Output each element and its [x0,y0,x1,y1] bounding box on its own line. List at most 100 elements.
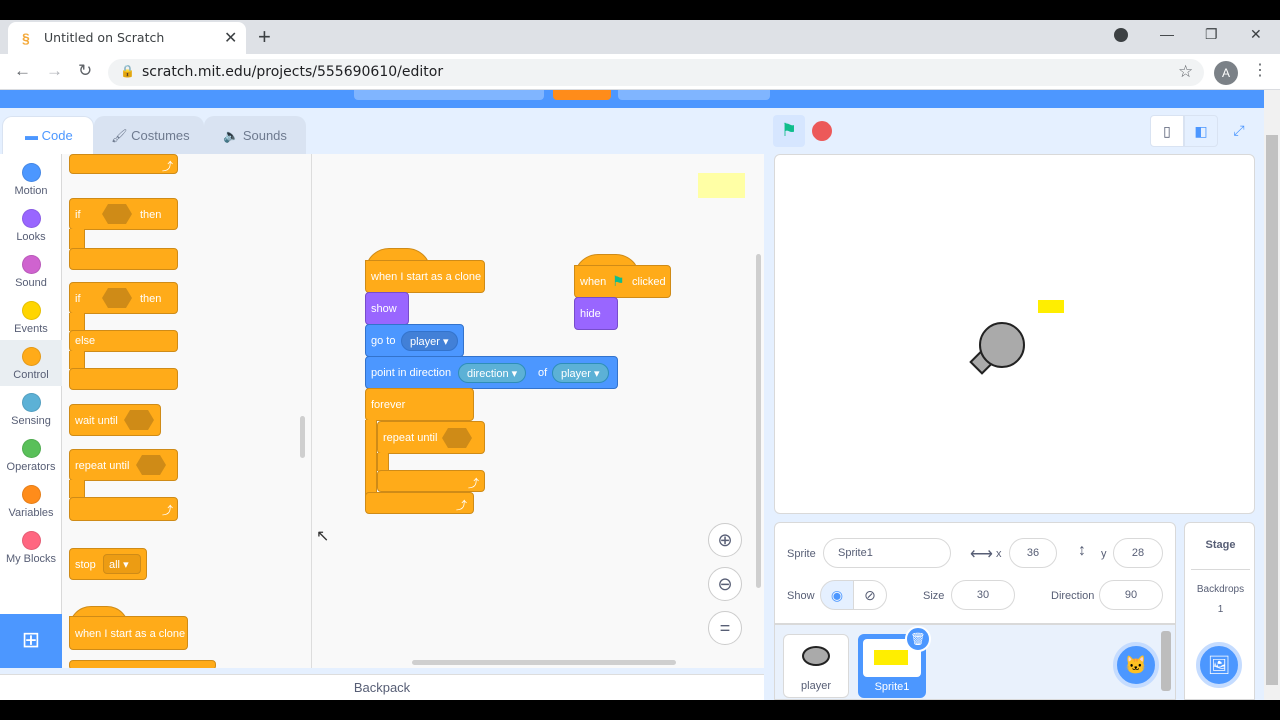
forward-icon[interactable]: → [46,61,63,81]
tab-search-icon[interactable] [1114,28,1128,42]
category-looks[interactable]: Looks [0,202,62,248]
repeat-until-block[interactable]: repeat until [377,421,485,454]
eye-slash-icon: ⊘ [864,587,876,603]
category-my-blocks[interactable]: My Blocks [0,524,62,570]
boolean-slot[interactable] [442,428,472,448]
loop-arrow-icon: ⤴ [162,505,173,517]
zoom-reset-button[interactable]: = [708,611,742,645]
category-events[interactable]: Events [0,294,62,340]
category-operators[interactable]: Operators [0,432,62,478]
block-label: point in direction [371,367,452,379]
direction-input[interactable]: 90 [1099,580,1163,610]
palette-scrollbar[interactable] [300,416,305,458]
green-flag-button[interactable]: ⚑ [773,115,805,147]
backpack[interactable]: Backpack [0,674,764,700]
category-variables[interactable]: Variables [0,478,62,524]
minimize-icon[interactable]: — [1160,26,1174,42]
reload-icon[interactable]: ↻ [78,61,92,81]
palette-if-else-block[interactable]: if then [69,282,178,314]
bookmark-star-icon[interactable]: ☆ [1178,62,1193,82]
palette-block-tail[interactable]: ⤴ [69,154,178,174]
category-dot [21,485,41,504]
small-stage-button[interactable]: ▯ [1150,115,1184,147]
restore-icon[interactable]: ❐ [1205,26,1218,43]
normal-stage-button[interactable]: ◧ [1184,115,1218,147]
y-input[interactable]: 28 [1113,538,1163,568]
browser-tab[interactable]: § Untitled on Scratch ✕ [8,22,246,54]
go-to-target-dropdown[interactable]: player ▾ [401,331,458,351]
palette-wait-until-block[interactable]: wait until [69,404,161,436]
menu-bar-item[interactable] [354,90,544,100]
player-sprite[interactable] [979,322,1025,368]
add-sprite-button[interactable]: 🐱 [1113,642,1159,688]
stop-option: all [109,559,121,571]
c-block-arm [69,351,85,369]
go-to-block[interactable]: go to player ▾ [365,324,464,357]
zoom-out-button[interactable]: ⊖ [708,567,742,601]
menu-bar-item[interactable] [618,90,770,100]
loop-arrow-icon: ⤴ [456,500,467,512]
show-visible-button[interactable]: ◉ [820,580,854,610]
object-dropdown[interactable]: player ▾ [552,363,609,383]
close-tab-icon[interactable]: ✕ [224,28,237,48]
workspace-v-scrollbar[interactable] [756,254,761,588]
when-flag-clicked-block[interactable]: when ⚑ clicked [574,265,671,298]
category-motion[interactable]: Motion [0,156,62,202]
category-control[interactable]: Control [0,340,62,386]
hide-block[interactable]: hide [574,297,618,330]
palette-if-then-block[interactable]: if then [69,198,178,230]
boolean-slot[interactable] [102,204,132,224]
point-in-direction-block[interactable]: point in direction direction ▾ of player… [365,356,618,389]
menu-bar-item[interactable] [553,90,611,100]
attribute-dropdown[interactable]: direction ▾ [458,363,527,383]
palette-stop-block[interactable]: stop all ▾ [69,548,147,580]
stage-canvas[interactable] [774,154,1255,514]
lock-icon[interactable]: 🔒 [120,64,135,78]
show-block[interactable]: show [365,292,409,325]
yellow-sprite[interactable] [1038,300,1064,313]
tab-costumes[interactable]: 🖌 Costumes [94,116,204,154]
comment-note[interactable] [698,173,745,198]
size-input[interactable]: 30 [951,580,1015,610]
add-backdrop-button[interactable]: 🖼 [1196,642,1242,688]
code-workspace[interactable]: when I start as a clone show go to playe… [312,154,764,668]
boolean-slot[interactable] [124,410,154,430]
back-icon[interactable]: ← [14,61,31,81]
palette-next-block[interactable] [69,660,216,668]
speaker-icon: 🔈 [223,128,243,143]
backdrops-count: 1 [1217,604,1224,615]
zoom-in-button[interactable]: ⊕ [708,523,742,557]
y-position-icon: ↕ [1078,542,1086,559]
close-window-icon[interactable]: ✕ [1250,26,1262,43]
page-scrollbar-thumb[interactable] [1266,135,1278,685]
c-block-arm [377,453,389,471]
green-flag-icon: ⚑ [780,120,798,140]
url-text[interactable]: scratch.mit.edu/projects/555690610/edito… [142,64,443,80]
workspace-h-scrollbar[interactable] [412,660,676,665]
sprite-name-input[interactable]: Sprite1 [823,538,951,568]
new-tab-icon[interactable]: + [258,24,271,50]
tab-sounds[interactable]: 🔈 Sounds [204,116,306,154]
add-extension-button[interactable]: ⊞ [0,614,62,668]
stop-button[interactable] [812,121,832,141]
show-hidden-button[interactable]: ⊘ [853,580,887,610]
boolean-slot[interactable] [102,288,132,308]
browser-menu-icon[interactable]: ⋮ [1252,60,1268,80]
sprite-thumb-player[interactable]: player [783,634,849,698]
category-sound[interactable]: Sound [0,248,62,294]
boolean-slot[interactable] [136,455,166,475]
palette-clone-hat-block[interactable]: when I start as a clone [69,616,188,650]
forever-block[interactable]: forever [365,388,474,421]
palette-repeat-until-block[interactable]: repeat until [69,449,178,481]
category-dot [21,393,41,412]
category-sensing[interactable]: Sensing [0,386,62,432]
tab-code[interactable]: ▬ Code [2,116,94,154]
sprite-list-scrollbar[interactable] [1161,631,1171,691]
stop-dropdown[interactable]: all ▾ [103,554,141,574]
fullscreen-button[interactable]: ⤢ [1222,115,1256,147]
x-input[interactable]: 36 [1009,538,1057,568]
profile-avatar[interactable]: A [1214,61,1238,85]
sprite-name-value: Sprite1 [838,547,873,559]
clone-hat-block[interactable]: when I start as a clone [365,260,485,293]
delete-sprite-button[interactable]: 🗑 [905,626,931,652]
